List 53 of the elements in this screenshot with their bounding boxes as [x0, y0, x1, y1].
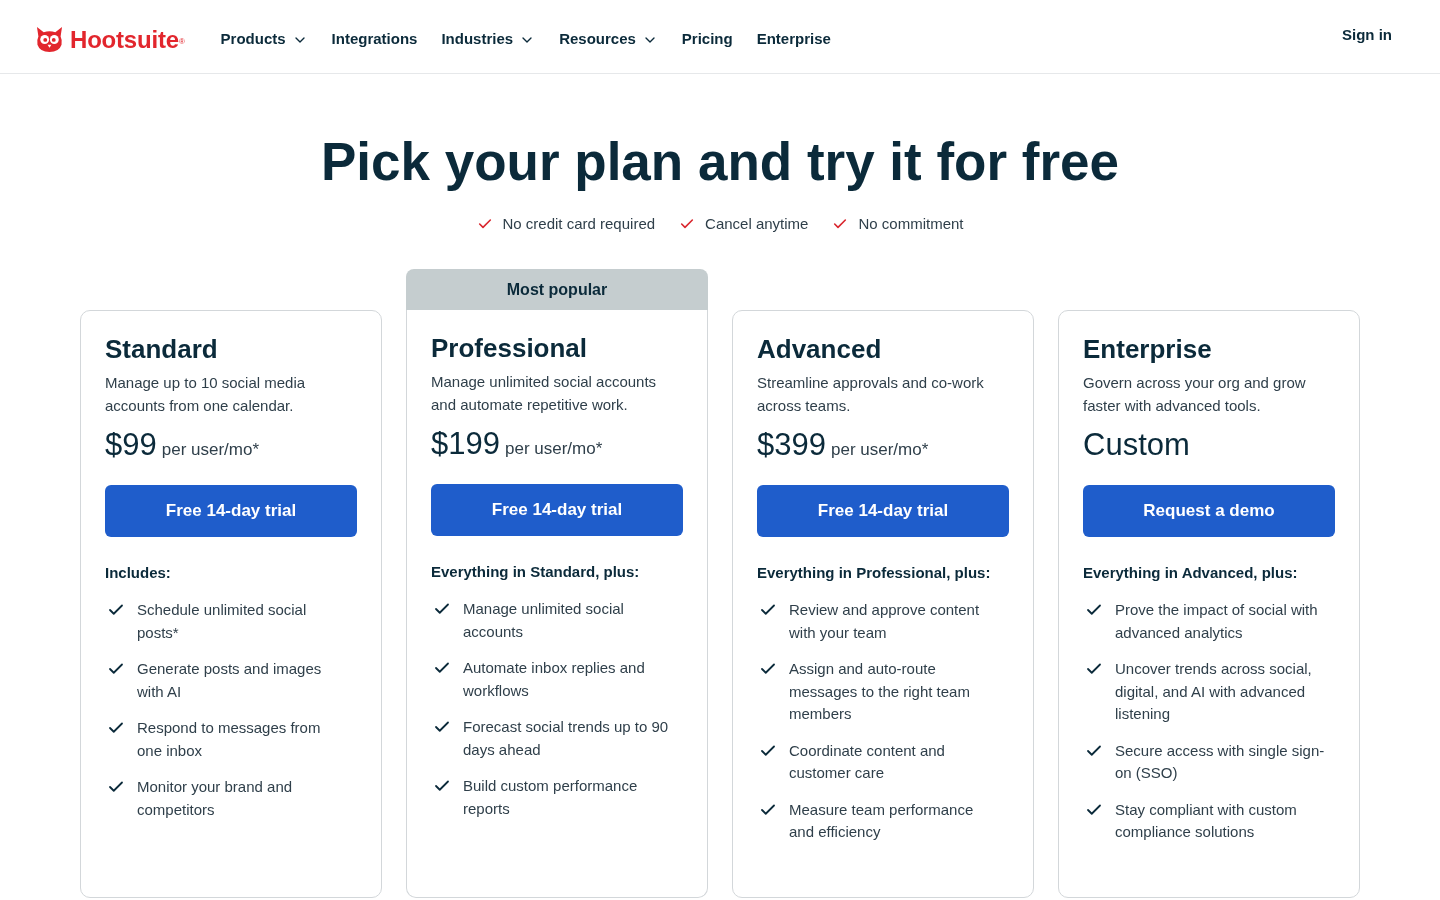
feature-text: Measure team performance and efficiency — [789, 799, 975, 842]
nav-link[interactable]: Resources — [559, 28, 658, 51]
most-popular-banner: Most popular — [406, 269, 708, 310]
benefit-text: No credit card required — [502, 213, 656, 234]
benefit-text: No commitment — [858, 213, 964, 234]
nav-link[interactable]: Industries — [441, 28, 536, 51]
plan-cta-button[interactable]: Free 14-day trial — [105, 485, 357, 537]
plan-description: Manage up to 10 social media accounts from one calendar. — [105, 373, 307, 416]
feature-text: Respond to messages from one inbox — [137, 718, 322, 761]
plan-price: $399 — [757, 427, 826, 463]
plan-price: Custom — [1083, 427, 1190, 463]
feature-text: Coordinate content and customer care — [789, 740, 946, 783]
plan-cta-button[interactable]: Free 14-day trial — [757, 485, 1009, 537]
feature-text: Automate inbox replies and workflows — [463, 658, 646, 701]
benefit-text: Cancel anytime — [705, 213, 809, 234]
plan-description: Govern across your org and grow faster with advanced tools. — [1083, 373, 1307, 416]
price-unit: per user/mo* — [830, 439, 929, 461]
plan-price: $99 — [105, 427, 157, 463]
plan-cta-button[interactable]: Request a demo — [1083, 485, 1335, 537]
feature-text: Schedule unlimited social posts* — [137, 600, 308, 643]
feature-text: Generate posts and images with AI — [137, 659, 323, 702]
plan-name: Professional — [431, 332, 589, 364]
nav-link[interactable]: Enterprise — [756, 28, 831, 51]
logo-wordmark[interactable]: Hootsuite$^{®}$ — [70, 27, 185, 52]
plan-description: Manage unlimited social accounts and automate repetitive work. — [431, 372, 658, 415]
plan-price: $199 — [431, 426, 500, 462]
features-heading: Everything in Advanced, plus: — [1083, 563, 1299, 583]
plan-description: Streamline approvals and co-work across teams. — [757, 373, 985, 416]
plan-name: Enterprise — [1083, 333, 1213, 365]
nav-link[interactable]: Products — [220, 28, 308, 51]
features-heading: Everything in Professional, plus: — [757, 563, 992, 583]
features-heading: Everything in Standard, plus: — [431, 562, 641, 582]
features-heading: Includes: — [105, 563, 172, 583]
sign-in-link[interactable]: Sign in — [1342, 24, 1392, 47]
page-title: Pick your plan and try it for free — [320, 132, 1120, 192]
plan-cta-button[interactable]: Free 14-day trial — [431, 484, 683, 536]
price-unit: per user/mo* — [504, 438, 603, 460]
plan-name: Standard — [105, 333, 219, 365]
feature-text: Monitor your brand and competitors — [137, 777, 294, 820]
feature-text: Secure access with single sign-on (SSO) — [1115, 740, 1326, 783]
price-unit: per user/mo* — [161, 439, 260, 461]
plan-name: Advanced — [757, 333, 883, 365]
feature-text: Assign and auto-route messages to the right team members — [789, 659, 971, 724]
nav-link[interactable]: Integrations — [331, 28, 418, 51]
feature-text: Build custom performance reports — [463, 776, 639, 819]
feature-text: Manage unlimited social accounts — [463, 599, 625, 642]
feature-text: Uncover trends across social, digital, and AI with advanced listening — [1115, 659, 1313, 724]
feature-text: Stay compliant with custom compliance solutions — [1115, 799, 1298, 842]
nav-link[interactable]: Pricing — [681, 28, 733, 51]
feature-text: Prove the impact of social with advanced analytics — [1115, 600, 1319, 643]
feature-text: Forecast social trends up to 90 days ahead — [463, 717, 670, 760]
owl-logo-icon — [35, 26, 64, 53]
feature-text: Review and approve content with your team — [789, 600, 981, 643]
